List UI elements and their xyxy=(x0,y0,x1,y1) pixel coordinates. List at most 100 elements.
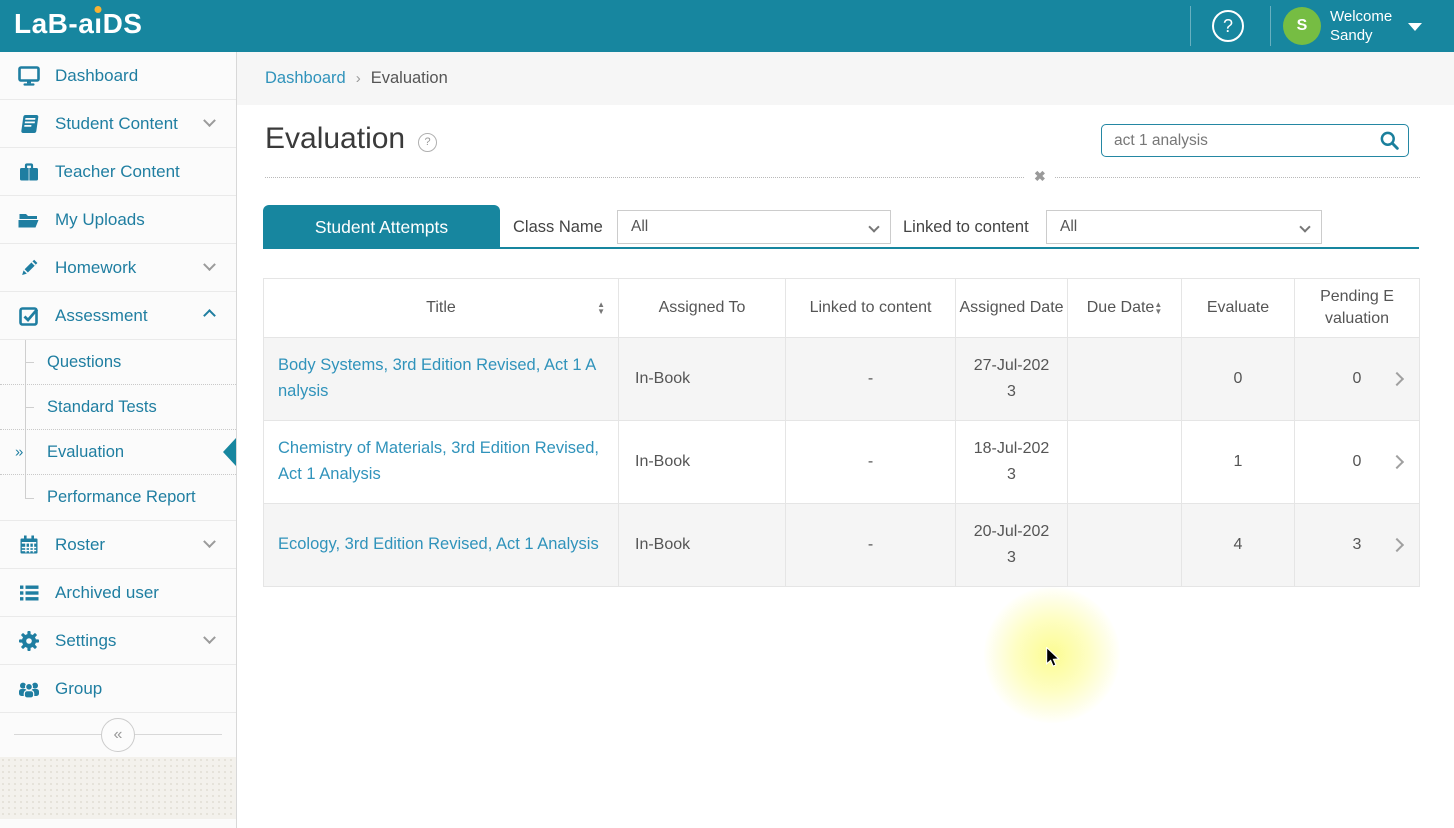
attempt-title-link[interactable]: Chemistry of Materials, 3rd Edition Revi… xyxy=(278,439,599,483)
topbar-divider xyxy=(1270,6,1271,46)
sidebar-item-label: My Uploads xyxy=(55,210,145,230)
folder-icon xyxy=(16,208,42,232)
active-item-marker-icon: » xyxy=(15,444,23,461)
book-icon xyxy=(16,112,42,136)
breadcrumb-separator-icon: › xyxy=(356,70,361,87)
evaluate-cell: 4 xyxy=(1182,504,1295,587)
sidebar-item-performance-report[interactable]: Performance Report xyxy=(0,475,236,520)
page-title: Evaluation xyxy=(265,122,405,156)
sidebar-item-label: Performance Report xyxy=(47,488,196,507)
help-button[interactable]: ? xyxy=(1212,10,1244,42)
linked-to-content-cell: - xyxy=(786,338,956,421)
sidebar-item-label: Student Content xyxy=(55,114,178,134)
logo-text: LaB-a xyxy=(14,8,94,39)
page-head: Evaluation ? xyxy=(265,122,437,156)
evaluate-cell: 0 xyxy=(1182,338,1295,421)
sidebar-item-student-content[interactable]: Student Content xyxy=(0,100,236,148)
search-input[interactable] xyxy=(1101,124,1409,157)
close-icon[interactable]: ✖ xyxy=(1025,168,1055,185)
breadcrumb: Dashboard › Evaluation xyxy=(237,52,1454,105)
class-name-value: All xyxy=(631,218,648,236)
sidebar-item-homework[interactable]: Homework xyxy=(0,244,236,292)
sidebar-item-label: Archived user xyxy=(55,583,159,603)
table-header-row: Title ▲▼ Assigned To Linked to content A… xyxy=(264,279,1420,338)
sort-icon: ▲▼ xyxy=(1154,301,1162,315)
user-name: Sandy xyxy=(1330,26,1392,45)
row-expand-chevron-icon[interactable] xyxy=(1390,538,1404,552)
linked-to-content-cell: - xyxy=(786,504,956,587)
column-label: Title xyxy=(426,299,456,316)
sidebar-item-my-uploads[interactable]: My Uploads xyxy=(0,196,236,244)
lab-aids-logo: LaB-aıDS xyxy=(14,8,142,40)
sidebar-filler xyxy=(0,757,236,819)
assigned-date-cell: 27-Jul-2023 xyxy=(972,353,1052,404)
linked-to-content-value: All xyxy=(1060,218,1077,236)
attempt-title-link[interactable]: Body Systems, 3rd Edition Revised, Act 1… xyxy=(278,356,596,400)
linked-to-content-cell: - xyxy=(786,421,956,504)
column-header-due-date[interactable]: Due Date▲▼ xyxy=(1068,279,1182,338)
sidebar-item-label: Settings xyxy=(55,631,116,651)
assigned-to-cell: In-Book xyxy=(619,338,786,421)
pending-evaluation-cell: 0 xyxy=(1353,370,1362,387)
row-expand-chevron-icon[interactable] xyxy=(1390,372,1404,386)
chevron-down-icon xyxy=(203,631,216,644)
sidebar-item-assessment[interactable]: Assessment xyxy=(0,292,236,340)
sidebar-collapse-button[interactable]: « xyxy=(101,718,135,752)
linked-to-content-select[interactable]: All xyxy=(1046,210,1322,244)
attempts-table: Title ▲▼ Assigned To Linked to content A… xyxy=(263,278,1420,587)
sidebar-item-label: Group xyxy=(55,679,102,699)
sidebar-item-label: Homework xyxy=(55,258,136,278)
sidebar-item-standard-tests[interactable]: Standard Tests xyxy=(0,385,236,430)
active-item-arrow-icon xyxy=(223,438,236,466)
breadcrumb-dashboard-link[interactable]: Dashboard xyxy=(265,69,346,88)
due-date-cell xyxy=(1068,504,1182,587)
tab-student-attempts[interactable]: Student Attempts xyxy=(263,205,500,249)
column-header-title[interactable]: Title ▲▼ xyxy=(264,279,619,338)
column-header-assigned-date: Assigned Date xyxy=(956,279,1068,338)
tab-underline xyxy=(263,247,1419,249)
chevron-down-icon xyxy=(1299,221,1310,232)
sidebar-item-label: Dashboard xyxy=(55,66,138,86)
column-label: Assigned To xyxy=(659,299,746,316)
attempt-title-link[interactable]: Ecology, 3rd Edition Revised, Act 1 Anal… xyxy=(278,535,599,553)
sidebar-item-label: Questions xyxy=(47,353,121,372)
sidebar-item-label: Standard Tests xyxy=(47,398,157,417)
assigned-to-cell: In-Book xyxy=(619,421,786,504)
due-date-cell xyxy=(1068,338,1182,421)
sidebar-collapse-row: « xyxy=(0,713,236,757)
section-divider xyxy=(265,177,1420,178)
sidebar-item-dashboard[interactable]: Dashboard xyxy=(0,52,236,100)
breadcrumb-current: Evaluation xyxy=(371,69,448,88)
sidebar-item-roster[interactable]: Roster xyxy=(0,521,236,569)
pending-evaluation-cell: 0 xyxy=(1353,453,1362,470)
class-name-select[interactable]: All xyxy=(617,210,891,244)
logo-yellow-dot-icon xyxy=(95,6,102,13)
row-expand-chevron-icon[interactable] xyxy=(1390,455,1404,469)
assigned-date-cell: 18-Jul-2023 xyxy=(972,436,1052,487)
people-icon xyxy=(16,677,42,701)
sidebar-item-evaluation[interactable]: » Evaluation xyxy=(0,430,236,475)
sidebar-item-teacher-content[interactable]: Teacher Content xyxy=(0,148,236,196)
assigned-date-cell: 20-Jul-2023 xyxy=(972,519,1052,570)
sidebar-item-settings[interactable]: Settings xyxy=(0,617,236,665)
sidebar-item-label: Assessment xyxy=(55,306,148,326)
avatar[interactable]: S xyxy=(1283,7,1321,45)
sidebar-item-archived-user[interactable]: Archived user xyxy=(0,569,236,617)
table-row: Ecology, 3rd Edition Revised, Act 1 Anal… xyxy=(264,504,1420,587)
search-icon[interactable] xyxy=(1379,130,1400,151)
due-date-cell xyxy=(1068,421,1182,504)
user-menu[interactable]: Welcome Sandy xyxy=(1330,7,1392,45)
avatar-initial: S xyxy=(1297,17,1308,35)
collapse-chevrons-icon: « xyxy=(114,726,123,744)
chevron-up-icon xyxy=(203,309,216,322)
sidebar-item-questions[interactable]: Questions xyxy=(0,340,236,385)
sidebar-item-label: Evaluation xyxy=(47,443,124,462)
question-icon: ? xyxy=(425,136,431,148)
sidebar-item-group[interactable]: Group xyxy=(0,665,236,713)
page-help-button[interactable]: ? xyxy=(418,133,437,152)
column-header-evaluate: Evaluate xyxy=(1182,279,1295,338)
chevron-down-icon xyxy=(203,535,216,548)
checkbox-icon xyxy=(16,304,42,328)
main-content: Dashboard › Evaluation Evaluation ? ✖ St… xyxy=(237,52,1454,828)
chevron-down-icon xyxy=(203,258,216,271)
